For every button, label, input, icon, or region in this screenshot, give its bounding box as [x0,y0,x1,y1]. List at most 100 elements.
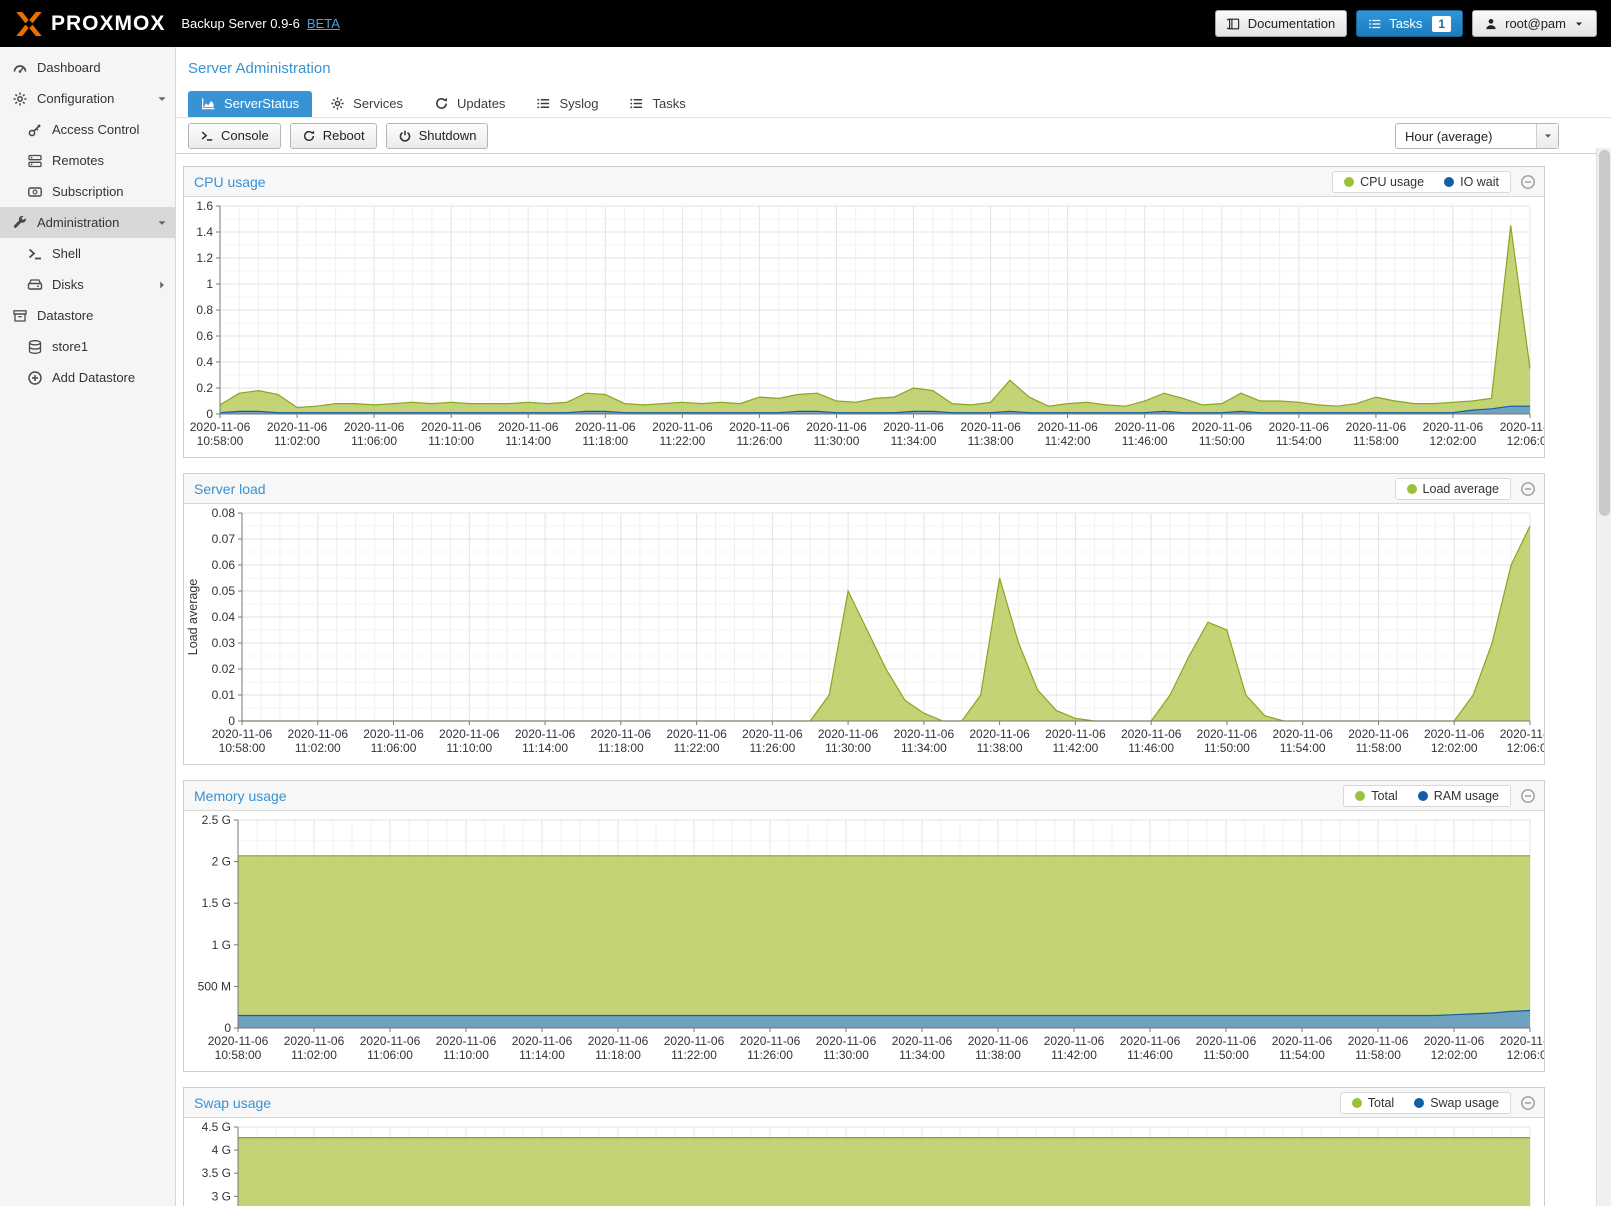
collapse-panel-icon[interactable] [1520,788,1536,804]
svg-text:12:06:00: 12:06:00 [1507,434,1544,448]
collapse-panel-icon[interactable] [1520,174,1536,190]
caret-down-icon[interactable] [155,216,169,230]
collapse-panel-icon[interactable] [1520,481,1536,497]
svg-text:1.5 G: 1.5 G [202,896,231,910]
sidebar-item-store1[interactable]: store1 [0,331,175,362]
sidebar-item-label: Dashboard [37,60,101,75]
svg-text:2020-11-06: 2020-11-06 [1045,727,1106,741]
svg-text:2020-11-06: 2020-11-06 [740,1034,801,1048]
sidebar-item-remotes[interactable]: Remotes [0,145,175,176]
svg-text:11:38:00: 11:38:00 [968,434,1014,448]
svg-text:2020-11-06: 2020-11-06 [816,1034,877,1048]
svg-text:1 G: 1 G [212,938,231,952]
server-toolbar: Console Reboot Shutdown Hour (average) [176,117,1611,154]
caret-down-icon[interactable] [155,92,169,106]
sidebar-item-administration[interactable]: Administration [0,207,175,238]
svg-text:11:22:00: 11:22:00 [674,741,720,755]
reboot-button[interactable]: Reboot [290,123,377,149]
svg-text:2020-11-06: 2020-11-06 [818,727,879,741]
svg-text:0.07: 0.07 [212,532,236,546]
tab-bar: ServerStatus Services Updates Syslog Tas… [176,87,1611,117]
caret-right-icon[interactable] [155,278,169,292]
beta-link[interactable]: BETA [307,16,340,31]
svg-text:11:30:00: 11:30:00 [825,741,871,755]
timeframe-select[interactable]: Hour (average) [1395,123,1559,149]
svg-text:11:22:00: 11:22:00 [671,1048,717,1062]
svg-text:11:54:00: 11:54:00 [1279,1048,1325,1062]
svg-text:2020-11-06: 2020-11-06 [806,420,867,434]
svg-text:2020-11-06: 2020-11-06 [892,1034,953,1048]
svg-text:2020-11-06: 2020-11-06 [284,1034,345,1048]
legend-item: Swap usage [1414,1096,1499,1110]
reboot-label: Reboot [323,128,365,143]
legend-dot [1407,484,1417,494]
svg-text:2020-11-06: 2020-11-06 [363,727,424,741]
user-menu-button[interactable]: root@pam [1472,10,1597,37]
collapse-panel-icon[interactable] [1520,1095,1536,1111]
shutdown-label: Shutdown [419,128,477,143]
legend-label: Load average [1423,482,1499,496]
svg-text:2020-11-06: 2020-11-06 [1424,727,1485,741]
svg-text:11:50:00: 11:50:00 [1203,1048,1249,1062]
sidebar-item-datastore[interactable]: Datastore [0,300,175,331]
svg-text:11:18:00: 11:18:00 [598,741,644,755]
svg-text:1: 1 [206,277,213,291]
svg-text:11:58:00: 11:58:00 [1353,434,1399,448]
svg-text:2020-11-06: 2020-11-06 [212,727,273,741]
svg-text:11:06:00: 11:06:00 [371,741,417,755]
sidebar-item-subscription[interactable]: Subscription [0,176,175,207]
sidebar-item-dashboard[interactable]: Dashboard [0,52,175,83]
tab-updates[interactable]: Updates [421,91,518,117]
svg-text:2020-11-06: 2020-11-06 [588,1034,649,1048]
svg-text:2020-11-06: 2020-11-06 [498,420,559,434]
tab-tasks[interactable]: Tasks [616,91,698,117]
scrollbar-thumb[interactable] [1599,150,1610,516]
sidebar-item-label: Datastore [37,308,93,323]
svg-text:11:30:00: 11:30:00 [814,434,860,448]
tab-label: Services [353,96,403,111]
chart-legend: Load average [1395,478,1511,500]
shutdown-button[interactable]: Shutdown [386,123,489,149]
main-content: Server Administration ServerStatus Servi… [176,47,1611,1206]
legend-label: Total [1371,789,1397,803]
legend-dot [1414,1098,1424,1108]
svg-text:10:58:00: 10:58:00 [197,434,244,448]
gauge-icon [12,60,28,76]
sidebar-item-label: store1 [52,339,88,354]
legend-dot [1355,791,1365,801]
svg-text:2020-11-06: 2020-11-06 [1114,420,1175,434]
panel-header: Swap usage Total Swap usage [184,1088,1544,1118]
legend-label: RAM usage [1434,789,1499,803]
svg-text:11:18:00: 11:18:00 [595,1048,641,1062]
tab-serverstatus[interactable]: ServerStatus [188,91,312,117]
sidebar-item-label: Disks [52,277,84,292]
svg-text:2020-11-06: 2020-11-06 [883,420,944,434]
sidebar-item-shell[interactable]: Shell [0,238,175,269]
console-button[interactable]: Console [188,123,281,149]
archive-icon [12,308,28,324]
tasks-button[interactable]: Tasks 1 [1356,10,1463,37]
sidebar-item-add-datastore[interactable]: Add Datastore [0,362,175,393]
terminal-icon [200,129,214,143]
tab-syslog[interactable]: Syslog [523,91,611,117]
svg-text:2020-11-06: 2020-11-06 [1192,420,1253,434]
proxmox-x-icon [14,9,44,39]
server-load-chart: 00.010.020.030.040.050.060.070.082020-11… [184,507,1544,763]
sidebar-item-label: Remotes [52,153,104,168]
list-icon [536,96,551,111]
chevron-down-icon[interactable] [1536,124,1558,148]
svg-text:11:26:00: 11:26:00 [736,434,782,448]
sidebar-item-access-control[interactable]: Access Control [0,114,175,145]
vertical-scrollbar[interactable] [1596,148,1611,1206]
svg-text:11:30:00: 11:30:00 [823,1048,869,1062]
documentation-button[interactable]: Documentation [1215,10,1347,37]
svg-text:2020-11-06: 2020-11-06 [1037,420,1098,434]
book-icon [1227,17,1241,31]
tab-services[interactable]: Services [317,91,416,117]
sidebar-item-configuration[interactable]: Configuration [0,83,175,114]
legend-label: Swap usage [1430,1096,1499,1110]
svg-text:11:02:00: 11:02:00 [274,434,320,448]
svg-text:Load average: Load average [186,579,200,656]
svg-text:2020-11-06: 2020-11-06 [436,1034,497,1048]
sidebar-item-disks[interactable]: Disks [0,269,175,300]
